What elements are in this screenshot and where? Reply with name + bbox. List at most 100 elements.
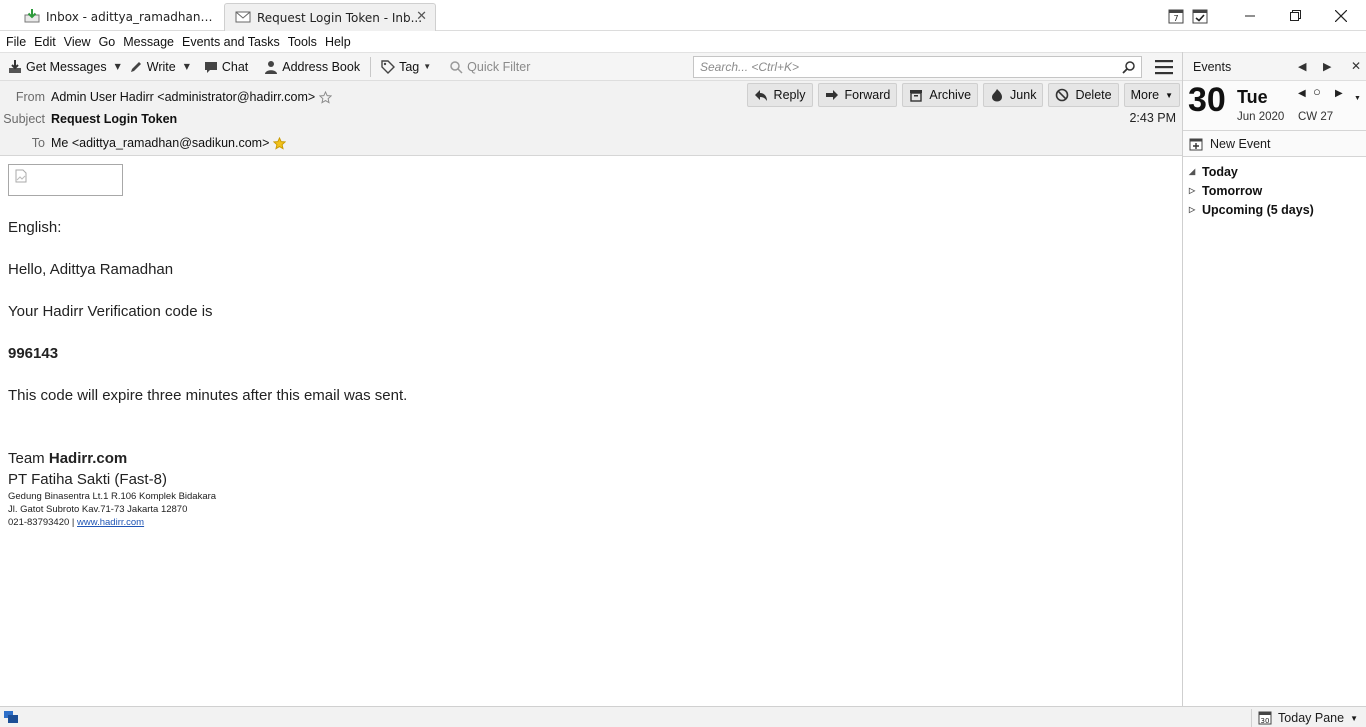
get-messages-dropdown[interactable]: ▼ (111, 62, 125, 71)
app-menu-icon[interactable] (1155, 59, 1173, 75)
minimize-button[interactable] (1227, 0, 1273, 31)
agenda-label: Tomorrow (1202, 183, 1263, 198)
chat-bubble-icon (204, 61, 217, 73)
write-button[interactable]: Write (125, 55, 180, 79)
search-input[interactable] (700, 60, 1110, 74)
search-field[interactable] (693, 56, 1142, 78)
forward-button[interactable]: Forward (817, 83, 898, 107)
forward-arrow-icon (825, 90, 838, 100)
close-icon (1335, 9, 1347, 22)
today-circle-icon[interactable]: ○ (1313, 84, 1321, 99)
quick-filter-label: Quick Filter (467, 59, 531, 74)
to-row: To Me <adittya_ramadhan@sadikun.com> (0, 133, 287, 153)
to-value[interactable]: Me <adittya_ramadhan@sadikun.com> (51, 136, 269, 150)
get-messages-label: Get Messages (26, 59, 107, 74)
chat-label: Chat (221, 59, 249, 74)
reply-arrow-icon (754, 90, 767, 101)
delete-button[interactable]: Delete (1048, 83, 1119, 107)
broken-image-icon (15, 169, 27, 183)
address-line-2: Jl. Gatot Subroto Kav.71-73 Jakarta 1287… (8, 504, 188, 515)
expiry-text: This code will expire three minutes afte… (8, 387, 408, 404)
verification-code: 996143 (8, 345, 59, 362)
close-tab-icon[interactable]: ✕ (416, 9, 427, 24)
tab-label: Request Login Token - Inb... (257, 10, 423, 25)
from-value[interactable]: Admin User Hadirr <administrator@hadirr.… (51, 90, 315, 104)
previous-icon[interactable]: ◀ (1298, 60, 1306, 73)
address-line-1: Gedung Binasentra Lt.1 R.106 Komplek Bid… (8, 491, 217, 502)
new-event-button[interactable]: New Event (1183, 131, 1366, 157)
next-day-icon[interactable]: ▶ (1335, 88, 1343, 99)
get-messages-button[interactable]: Get Messages (4, 55, 111, 79)
archive-box-icon (910, 90, 923, 102)
tab-inbox[interactable]: Inbox - adittya_ramadhan@sa... (0, 3, 224, 31)
envelope-icon (235, 11, 251, 23)
events-header: Events ◀ ▶ ✕ (1183, 52, 1366, 81)
agenda-today[interactable]: ◢ Today (1183, 162, 1366, 181)
today-pane-dropdown-icon: ▼ (1350, 713, 1358, 723)
star-filled-icon[interactable] (273, 136, 287, 150)
quick-filter-button[interactable]: Quick Filter (445, 55, 534, 79)
chat-button[interactable]: Chat (200, 55, 252, 79)
download-icon (9, 59, 21, 73)
from-row: From Admin User Hadirr <administrator@ha… (0, 87, 333, 107)
tag-button[interactable]: Tag ▼ (377, 55, 439, 79)
events-title: Events (1193, 59, 1232, 74)
write-label: Write (146, 59, 176, 74)
reply-button[interactable]: Reply (746, 83, 813, 107)
filter-magnifier-icon (450, 60, 463, 74)
archive-label: Archive (929, 88, 972, 102)
toolbar-separator (370, 56, 372, 77)
menu-tools[interactable]: Tools (284, 35, 321, 49)
status-bar: 30 Today Pane ▼ (0, 706, 1366, 727)
inbox-download-icon (24, 9, 40, 23)
new-event-icon (1189, 138, 1203, 150)
expanded-twisty-icon: ◢ (1189, 167, 1196, 176)
today-pane-toggle[interactable]: 30 Today Pane ▼ (1251, 709, 1358, 727)
calendar-tab-icon[interactable]: 7 (1168, 8, 1184, 24)
write-dropdown[interactable]: ▼ (180, 62, 194, 71)
menu-events-and-tasks[interactable]: Events and Tasks (178, 35, 284, 49)
date-dropdown-icon[interactable]: ▼ (1354, 95, 1361, 102)
message-time: 2:43 PM (1129, 111, 1176, 125)
delete-label: Delete (1075, 88, 1112, 102)
online-status-icon[interactable] (4, 711, 18, 723)
agenda-tomorrow[interactable]: ▷ Tomorrow (1183, 181, 1366, 200)
to-label: To (31, 136, 45, 150)
date-display: 30 Tue Jun 2020 CW 27 ◀ ○ ▶ ▼ (1183, 81, 1366, 131)
day-number: 30 (1188, 81, 1226, 119)
close-window-button[interactable] (1318, 0, 1364, 31)
website-link[interactable]: www.hadirr.com (77, 517, 144, 528)
calendar-day-icon: 30 (1258, 711, 1272, 725)
next-icon[interactable]: ▶ (1323, 60, 1331, 73)
agenda-upcoming[interactable]: ▷ Upcoming (5 days) (1183, 200, 1366, 219)
contact-line: 021-83793420 | www.hadirr.com (8, 517, 144, 528)
more-button[interactable]: More ▼ (1123, 83, 1180, 107)
search-icon[interactable] (1122, 60, 1136, 74)
tasks-tab-icon[interactable] (1192, 8, 1208, 24)
archive-button[interactable]: Archive (902, 83, 979, 107)
junk-label: Junk (1010, 88, 1037, 102)
star-outline-icon[interactable] (319, 90, 333, 104)
tab-message[interactable]: Request Login Token - Inb... ✕ (224, 3, 436, 31)
delete-circle-icon (1056, 88, 1069, 102)
close-pane-icon[interactable]: ✕ (1351, 59, 1361, 73)
prev-day-icon[interactable]: ◀ (1298, 88, 1306, 99)
menu-go[interactable]: Go (95, 35, 120, 49)
restore-button[interactable] (1272, 0, 1318, 31)
tab-label: Inbox - adittya_ramadhan@sa... (46, 10, 216, 24)
new-event-label: New Event (1210, 136, 1271, 151)
agenda-label: Upcoming (5 days) (1202, 202, 1314, 217)
menu-message[interactable]: Message (119, 35, 178, 49)
agenda-label: Today (1202, 164, 1238, 179)
menu-help[interactable]: Help (321, 35, 355, 49)
menu-file[interactable]: File (2, 35, 30, 49)
menu-edit[interactable]: Edit (30, 35, 60, 49)
junk-button[interactable]: Junk (983, 83, 1044, 107)
restore-icon (1289, 10, 1301, 21)
contact-icon (265, 60, 278, 74)
company-name: PT Fatiha Sakti (Fast-8) (8, 471, 167, 488)
address-book-button[interactable]: Address Book (260, 55, 364, 79)
pencil-icon (130, 61, 141, 72)
subject-row: Subject Request Login Token (0, 109, 177, 129)
menu-view[interactable]: View (60, 35, 95, 49)
